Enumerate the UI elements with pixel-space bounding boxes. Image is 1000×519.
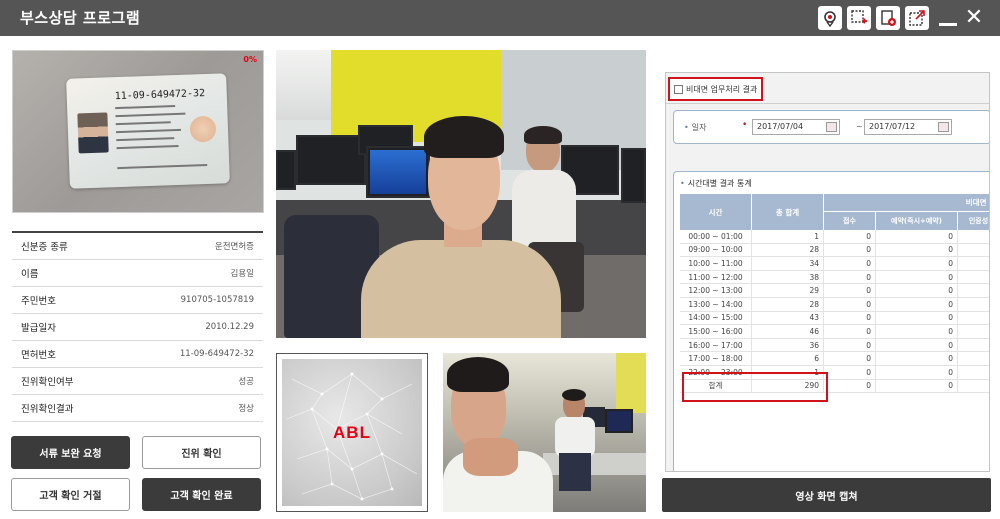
external-window-icon[interactable] (905, 6, 929, 30)
hourly-stats-table: 시간 총 합계 비대면 업 접수 예약(즉시+예약) 인증성 00:00 ~ 0… (680, 194, 989, 394)
capture-region-icon[interactable] (847, 6, 871, 30)
recognition-progress: 0% (243, 55, 257, 64)
abl-logo: ABL (333, 422, 371, 442)
license-seal (189, 115, 217, 143)
secondary-video-feed (443, 353, 646, 512)
minimize-icon[interactable] (937, 8, 957, 28)
header-group: 비대면 업 (824, 194, 989, 212)
table-row: 12:00 ~ 13:00 29 0 0 (680, 284, 989, 298)
driver-license: 11-09-649472-32 (66, 73, 230, 189)
info-row-id-type: 신분증 종류 운전면허증 (12, 233, 263, 260)
info-row-name: 이름 김용일 (12, 260, 263, 287)
id-card-image: 0% 11-09-649472-32 (12, 50, 264, 213)
table-body: 00:00 ~ 01:00 1 0 0 09:00 ~ 10:00 28 0 0 10:00 ~… (680, 230, 989, 380)
table-row: 00:00 ~ 01:00 1 0 0 (680, 230, 989, 244)
hourly-stats-title: 시간대별 결과 통계 (680, 178, 752, 189)
info-row-verify-result: 진위확인결과 정상 (12, 395, 263, 422)
results-title: 비대면 업무처리 결과 (686, 84, 758, 94)
date-to-input[interactable]: 2017/07/12 (864, 119, 952, 135)
window-icon (674, 84, 683, 94)
date-label: 일자 (684, 122, 707, 133)
table-row: 14:00 ~ 15:00 43 0 0 (680, 311, 989, 326)
calendar-icon[interactable] (938, 122, 949, 132)
id-info-table: 신분증 종류 운전면허증 이름 김용일 주민번호 910705-1057819 발급일… (12, 231, 263, 422)
date-from-input[interactable]: 2017/07/04 (752, 119, 840, 135)
add-document-icon[interactable] (876, 6, 900, 30)
logo-panel: ABL (276, 353, 428, 512)
info-row-verify-status: 진위확인여부 성공 (12, 368, 263, 395)
license-photo (77, 112, 109, 154)
info-row-resident-number: 주민번호 910705-1057819 (12, 287, 263, 314)
header-total: 총 합계 (752, 194, 824, 230)
verify-button[interactable]: 진위 확인 (142, 436, 261, 469)
background-person-2 (555, 389, 595, 491)
app-title: 부스상담 프로그램 (20, 9, 141, 27)
reject-button[interactable]: 고객 확인 거절 (11, 478, 130, 511)
table-row: 10:00 ~ 11:00 34 0 0 (680, 257, 989, 271)
record-icon[interactable] (818, 6, 842, 30)
table-row: 15:00 ~ 16:00 46 0 0 (680, 325, 989, 339)
header-received: 접수 (824, 212, 876, 230)
header-auth: 인증성 (958, 212, 989, 230)
calendar-icon[interactable] (826, 122, 837, 132)
header-time: 시간 (680, 194, 752, 230)
info-row-license-number: 면허번호 11-09-649472-32 (12, 341, 263, 368)
title-bar: 부스상담 프로그램 ✕ (0, 0, 1000, 36)
table-row: 09:00 ~ 10:00 28 0 0 (680, 243, 989, 258)
close-icon[interactable]: ✕ (963, 6, 985, 30)
license-number-text: 11-09-649472-32 (114, 87, 206, 103)
results-title-box: 비대면 업무처리 결과 (668, 77, 763, 101)
table-header: 시간 총 합계 비대면 업 접수 예약(즉시+예약) 인증성 (680, 194, 989, 230)
main-video-feed (276, 50, 646, 338)
sum-highlight (682, 372, 828, 402)
table-row: 17:00 ~ 18:00 6 0 0 (680, 352, 989, 366)
background-monitor (605, 409, 633, 433)
results-panel: 비대면 업무처리 결과 일자 • 2017/07/04 ~ 2017/07/12… (665, 72, 990, 472)
header-reservation: 예약(즉시+예약) (876, 212, 958, 230)
confirm-button[interactable]: 고객 확인 완료 (142, 478, 261, 511)
info-row-issue-date: 발급일자 2010.12.29 (12, 314, 263, 341)
table-row: 13:00 ~ 14:00 28 0 0 (680, 297, 989, 312)
table-row: 11:00 ~ 12:00 38 0 0 (680, 270, 989, 285)
document-request-button[interactable]: 서류 보완 요청 (11, 436, 130, 469)
capture-video-button[interactable]: 영상 화면 캡쳐 (662, 478, 991, 512)
table-row: 16:00 ~ 17:00 36 0 0 (680, 338, 989, 353)
person-torso (361, 240, 561, 338)
hourly-stats-box: 시간대별 결과 통계 시간 총 합계 비대면 업 접수 예약(즉시+예약) 인증… (673, 171, 989, 471)
date-filter: 일자 • 2017/07/04 ~ 2017/07/12 (673, 110, 989, 144)
